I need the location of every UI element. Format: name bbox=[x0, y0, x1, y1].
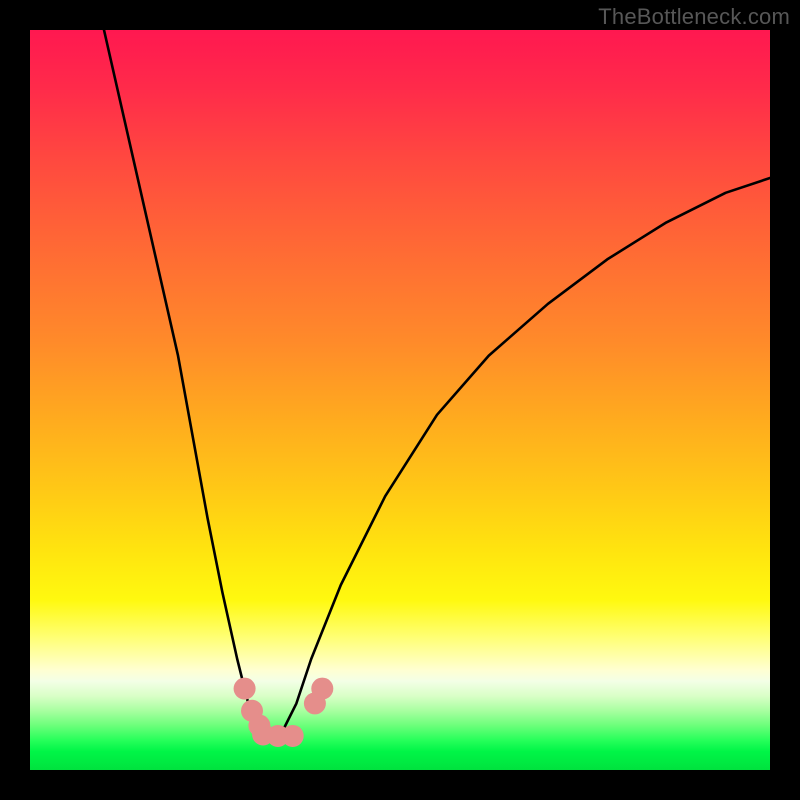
plot-area bbox=[30, 30, 770, 770]
bottleneck-curve bbox=[104, 30, 770, 737]
cluster-right-2 bbox=[311, 678, 333, 700]
watermark-text: TheBottleneck.com bbox=[598, 4, 790, 30]
curve-svg bbox=[30, 30, 770, 770]
chart-frame: TheBottleneck.com bbox=[0, 0, 800, 800]
marker-group bbox=[234, 678, 334, 747]
cluster-left-1 bbox=[234, 678, 256, 700]
cluster-bottom-3 bbox=[282, 725, 304, 747]
